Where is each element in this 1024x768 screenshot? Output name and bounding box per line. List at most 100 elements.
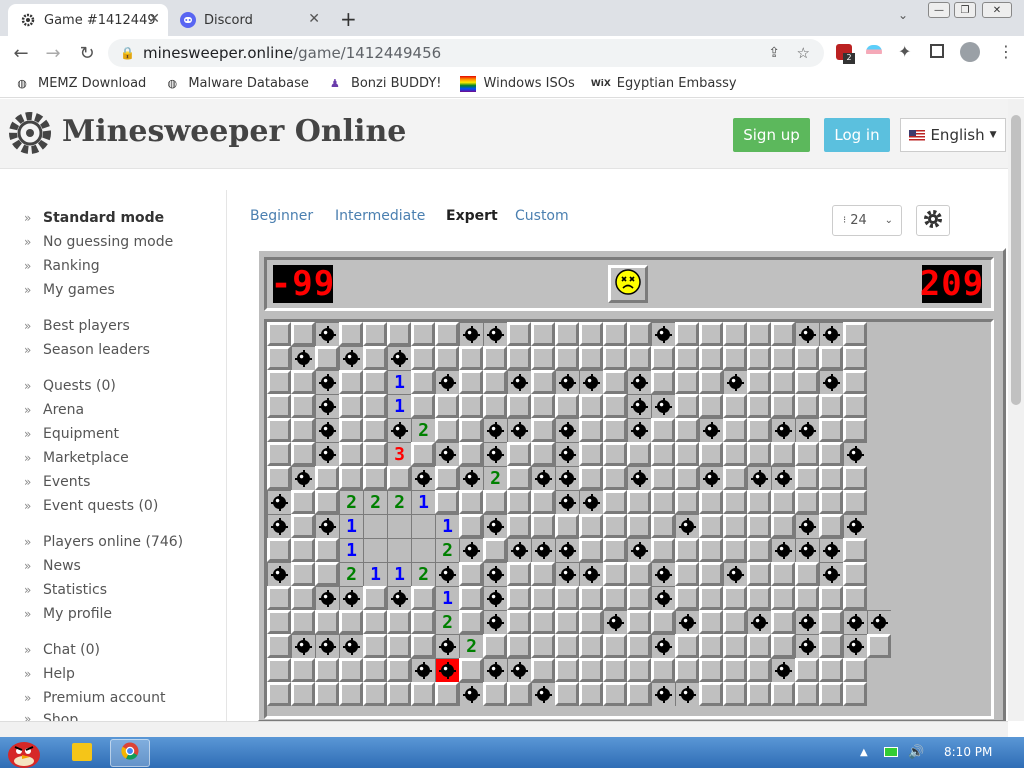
cell-hidden[interactable] bbox=[651, 442, 675, 466]
cell-hidden[interactable] bbox=[603, 562, 627, 586]
cell-hidden[interactable] bbox=[435, 394, 459, 418]
sidebar-item-help[interactable]: » Help bbox=[24, 664, 75, 684]
cell-hidden[interactable] bbox=[315, 562, 339, 586]
cell-mine[interactable] bbox=[651, 586, 675, 610]
extension-flag-icon[interactable] bbox=[866, 45, 882, 59]
cell-hidden[interactable] bbox=[795, 466, 819, 490]
cell-hidden[interactable] bbox=[363, 586, 387, 610]
cell-mine[interactable] bbox=[291, 634, 315, 658]
cell-mine[interactable] bbox=[627, 466, 651, 490]
cell-mine[interactable] bbox=[267, 490, 291, 514]
back-icon[interactable]: ← bbox=[8, 41, 34, 65]
cell-number[interactable]: 2 bbox=[483, 466, 507, 490]
cell-number[interactable]: 2 bbox=[435, 610, 459, 634]
cell-hidden[interactable] bbox=[651, 370, 675, 394]
cell-hidden[interactable] bbox=[675, 346, 699, 370]
cell-mine[interactable] bbox=[771, 538, 795, 562]
tray-expand-icon[interactable]: ▲ bbox=[860, 747, 868, 758]
cell-mine[interactable] bbox=[843, 514, 867, 538]
cell-hidden[interactable] bbox=[507, 586, 531, 610]
cell-hidden[interactable] bbox=[603, 514, 627, 538]
cell-hidden[interactable] bbox=[627, 586, 651, 610]
sidebar-item-premium[interactable]: » Premium account bbox=[24, 688, 166, 708]
cell-hidden[interactable] bbox=[627, 490, 651, 514]
cell-hidden[interactable] bbox=[459, 562, 483, 586]
cell-mine[interactable] bbox=[315, 586, 339, 610]
cell-number[interactable]: 2 bbox=[339, 490, 363, 514]
cell-number[interactable]: 2 bbox=[387, 490, 411, 514]
cell-number[interactable]: 2 bbox=[411, 418, 435, 442]
cell-hidden[interactable] bbox=[723, 322, 747, 346]
cell-number[interactable]: 1 bbox=[339, 538, 363, 562]
cell-hidden[interactable] bbox=[675, 490, 699, 514]
cell-mine[interactable] bbox=[771, 466, 795, 490]
cell-hidden[interactable] bbox=[819, 634, 843, 658]
cell-hidden[interactable] bbox=[267, 658, 291, 682]
cell-mine[interactable] bbox=[579, 370, 603, 394]
cell-hidden[interactable] bbox=[483, 634, 507, 658]
cell-mine[interactable] bbox=[843, 442, 867, 466]
cell-hidden[interactable] bbox=[867, 634, 891, 658]
cell-hidden[interactable] bbox=[531, 490, 555, 514]
cell-mine[interactable] bbox=[867, 610, 891, 634]
cell-hidden[interactable] bbox=[555, 586, 579, 610]
cell-hidden[interactable] bbox=[699, 490, 723, 514]
cell-hidden[interactable] bbox=[411, 610, 435, 634]
cell-hidden[interactable] bbox=[699, 346, 723, 370]
cell-number[interactable]: 1 bbox=[339, 514, 363, 538]
cell-hidden[interactable] bbox=[723, 682, 747, 706]
cell-hidden[interactable] bbox=[579, 682, 603, 706]
cell-hidden[interactable] bbox=[843, 370, 867, 394]
bookmark-bonzi[interactable]: ♟ Bonzi BUDDY! bbox=[327, 76, 442, 92]
cell-hidden[interactable] bbox=[699, 586, 723, 610]
cell-hidden[interactable] bbox=[291, 586, 315, 610]
cell-hidden[interactable] bbox=[411, 322, 435, 346]
cell-hidden[interactable] bbox=[747, 634, 771, 658]
cell-hidden[interactable] bbox=[507, 394, 531, 418]
cell-mine[interactable] bbox=[435, 442, 459, 466]
cell-hidden[interactable] bbox=[795, 586, 819, 610]
sidebar-item-players-online[interactable]: » Players online (746) bbox=[24, 532, 183, 552]
cell-hidden[interactable] bbox=[459, 418, 483, 442]
cell-mine[interactable] bbox=[315, 442, 339, 466]
cell-hidden[interactable] bbox=[459, 346, 483, 370]
cell-hidden[interactable] bbox=[819, 346, 843, 370]
cell-hidden[interactable] bbox=[363, 658, 387, 682]
cell-hidden[interactable] bbox=[411, 442, 435, 466]
cell-empty[interactable] bbox=[411, 514, 435, 538]
cell-hidden[interactable] bbox=[819, 418, 843, 442]
cell-mine[interactable] bbox=[459, 682, 483, 706]
cell-hidden[interactable] bbox=[339, 466, 363, 490]
cell-mine[interactable] bbox=[483, 658, 507, 682]
tab-discord[interactable]: Discord ✕ bbox=[168, 4, 328, 36]
cell-mine[interactable] bbox=[483, 586, 507, 610]
cell-hidden[interactable] bbox=[555, 658, 579, 682]
cell-mine[interactable] bbox=[675, 610, 699, 634]
cell-hidden[interactable] bbox=[291, 658, 315, 682]
cell-number[interactable]: 2 bbox=[411, 562, 435, 586]
cell-hidden[interactable] bbox=[339, 322, 363, 346]
cell-hidden[interactable] bbox=[651, 610, 675, 634]
cell-hidden[interactable] bbox=[795, 346, 819, 370]
close-icon[interactable]: ✕ bbox=[148, 11, 160, 27]
cell-hidden[interactable] bbox=[387, 682, 411, 706]
cell-hidden[interactable] bbox=[267, 418, 291, 442]
cell-hidden[interactable] bbox=[819, 466, 843, 490]
cell-hidden[interactable] bbox=[387, 610, 411, 634]
cell-hidden[interactable] bbox=[819, 586, 843, 610]
cell-hidden[interactable] bbox=[651, 418, 675, 442]
cell-hidden[interactable] bbox=[483, 394, 507, 418]
cell-hidden[interactable] bbox=[843, 490, 867, 514]
sidebar-item-event-quests[interactable]: » Event quests (0) bbox=[24, 496, 158, 516]
cell-hidden[interactable] bbox=[627, 442, 651, 466]
cell-mine[interactable] bbox=[843, 634, 867, 658]
cell-mine[interactable] bbox=[315, 322, 339, 346]
cell-hidden[interactable] bbox=[315, 658, 339, 682]
cell-hidden[interactable] bbox=[603, 490, 627, 514]
cell-hidden[interactable] bbox=[723, 658, 747, 682]
cell-mine[interactable] bbox=[315, 394, 339, 418]
cell-hidden[interactable] bbox=[387, 322, 411, 346]
cell-hidden[interactable] bbox=[651, 346, 675, 370]
cell-hidden[interactable] bbox=[315, 610, 339, 634]
cell-hidden[interactable] bbox=[411, 634, 435, 658]
